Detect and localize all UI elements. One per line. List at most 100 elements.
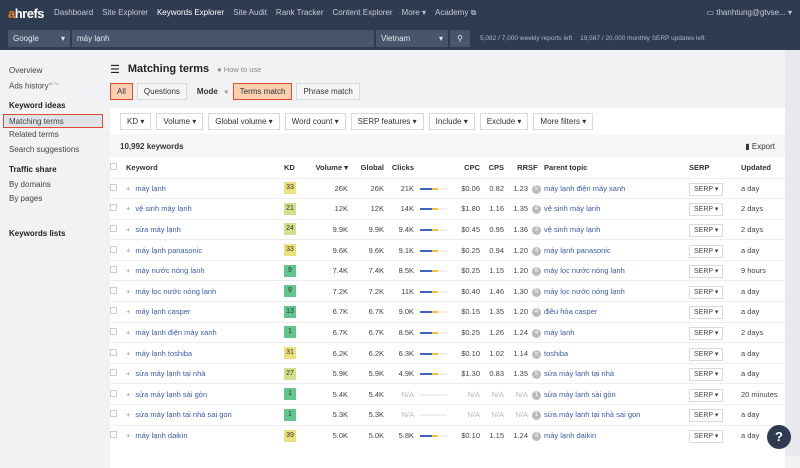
- mode-phrase-match[interactable]: Phrase match: [296, 83, 359, 100]
- search-engine-select[interactable]: Google▾: [8, 30, 70, 47]
- nav-item[interactable]: Content Explorer: [333, 8, 393, 17]
- serp-dropdown[interactable]: SERP ▾: [689, 389, 723, 402]
- sidebar-item-by-pages[interactable]: By pages: [0, 192, 105, 207]
- keyword-link[interactable]: sửa máy lạnh tại nhà sai gon: [135, 410, 231, 419]
- row-checkbox[interactable]: [110, 363, 126, 384]
- serp-dropdown[interactable]: SERP ▾: [689, 409, 723, 422]
- nav-item[interactable]: Rank Tracker: [276, 8, 324, 17]
- keyword-link[interactable]: máy lọc nước nóng lạnh: [135, 287, 216, 296]
- add-icon[interactable]: +: [126, 266, 130, 275]
- sidebar-item-matching-terms[interactable]: Matching terms: [3, 114, 103, 129]
- keyword-link[interactable]: máy lạnh daikin: [135, 431, 187, 440]
- keyword-link[interactable]: sửa máy lạnh sài gòn: [135, 390, 207, 399]
- parent-topic-link[interactable]: máy lọc nước nóng lạnh: [544, 266, 625, 275]
- add-icon[interactable]: +: [126, 184, 130, 193]
- filter-button[interactable]: SERP features ▾: [351, 113, 424, 130]
- parent-topic-link[interactable]: điều hòa casper: [544, 307, 597, 316]
- serp-dropdown[interactable]: SERP ▾: [689, 286, 723, 299]
- serp-features-count[interactable]: 4: [532, 432, 541, 441]
- filter-button[interactable]: More filters ▾: [533, 113, 593, 130]
- parent-topic-link[interactable]: máy lạnh điện máy xanh: [544, 184, 625, 193]
- row-checkbox[interactable]: [110, 322, 126, 343]
- filter-button[interactable]: Include ▾: [429, 113, 475, 130]
- serp-dropdown[interactable]: SERP ▾: [689, 224, 723, 237]
- serp-dropdown[interactable]: SERP ▾: [689, 183, 723, 196]
- parent-topic-link[interactable]: vệ sinh máy lạnh: [544, 204, 600, 213]
- sidebar-item-ads-history[interactable]: Ads historyBETA: [0, 79, 105, 94]
- add-icon[interactable]: +: [126, 410, 130, 419]
- serp-features-count[interactable]: 6: [532, 267, 541, 276]
- sidebar-item-keywords-lists[interactable]: Keywords lists: [0, 227, 105, 242]
- keyword-link[interactable]: máy lạnh điện máy xanh: [135, 328, 216, 337]
- nav-item[interactable]: More ▾: [402, 8, 426, 17]
- nav-item[interactable]: Site Explorer: [102, 8, 148, 17]
- help-button[interactable]: ?: [767, 425, 791, 449]
- serp-features-count[interactable]: 4: [532, 329, 541, 338]
- serp-features-count[interactable]: 5: [532, 350, 541, 359]
- serp-features-count[interactable]: 5: [532, 370, 541, 379]
- scrollbar[interactable]: [785, 50, 800, 456]
- serp-dropdown[interactable]: SERP ▾: [689, 430, 723, 443]
- add-icon[interactable]: +: [126, 328, 130, 337]
- add-icon[interactable]: +: [126, 431, 130, 440]
- nav-item[interactable]: Keywords Explorer: [157, 8, 224, 17]
- row-checkbox[interactable]: [110, 302, 126, 323]
- add-icon[interactable]: +: [126, 204, 130, 213]
- keyword-input[interactable]: máy lạnh: [72, 30, 374, 47]
- add-icon[interactable]: +: [126, 349, 130, 358]
- add-icon[interactable]: +: [126, 246, 130, 255]
- add-icon[interactable]: +: [126, 225, 130, 234]
- parent-topic-link[interactable]: máy lạnh panasonic: [544, 246, 611, 255]
- export-button[interactable]: ▮ Export: [745, 142, 775, 151]
- sidebar-item-overview[interactable]: Overview: [0, 64, 105, 79]
- serp-dropdown[interactable]: SERP ▾: [689, 265, 723, 278]
- filter-button[interactable]: Global volume ▾: [208, 113, 279, 130]
- parent-topic-link[interactable]: sửa máy lạnh sài gòn: [544, 390, 616, 399]
- keyword-link[interactable]: vệ sinh máy lạnh: [135, 204, 191, 213]
- row-checkbox[interactable]: [110, 343, 126, 364]
- serp-features-count[interactable]: 1: [532, 391, 541, 400]
- parent-topic-link[interactable]: sửa máy lạnh tại nhà sai gon: [544, 410, 640, 419]
- keyword-link[interactable]: sửa máy lạnh tại nhà: [135, 369, 205, 378]
- serp-features-count[interactable]: 4: [532, 308, 541, 317]
- sidebar-item-search-suggestions[interactable]: Search suggestions: [0, 143, 105, 158]
- filter-button[interactable]: KD ▾: [120, 113, 151, 130]
- keyword-link[interactable]: máy lạnh casper: [135, 307, 190, 316]
- row-checkbox[interactable]: [110, 425, 126, 446]
- serp-features-count[interactable]: 1: [532, 411, 541, 420]
- serp-dropdown[interactable]: SERP ▾: [689, 327, 723, 340]
- filter-button[interactable]: Exclude ▾: [480, 113, 529, 130]
- filter-button[interactable]: Word count ▾: [285, 113, 346, 130]
- how-to-use-link[interactable]: ● How to use: [217, 65, 261, 74]
- serp-dropdown[interactable]: SERP ▾: [689, 306, 723, 319]
- add-icon[interactable]: +: [126, 287, 130, 296]
- serp-features-count[interactable]: 4: [532, 205, 541, 214]
- serp-features-count[interactable]: 4: [532, 247, 541, 256]
- parent-topic-link[interactable]: toshiba: [544, 349, 568, 358]
- nav-item[interactable]: Dashboard: [54, 8, 93, 17]
- parent-topic-link[interactable]: máy lọc nước nóng lạnh: [544, 287, 625, 296]
- keyword-link[interactable]: máy lạnh toshiba: [135, 349, 192, 358]
- serp-dropdown[interactable]: SERP ▾: [689, 368, 723, 381]
- serp-features-count[interactable]: 3: [532, 226, 541, 235]
- parent-topic-link[interactable]: máy lạnh daikin: [544, 431, 596, 440]
- row-checkbox[interactable]: [110, 240, 126, 261]
- add-icon[interactable]: +: [126, 369, 130, 378]
- sidebar-item-related-terms[interactable]: Related terms: [0, 128, 105, 143]
- row-checkbox[interactable]: [110, 219, 126, 240]
- row-checkbox[interactable]: [110, 260, 126, 281]
- tab-questions[interactable]: Questions: [137, 83, 187, 100]
- row-checkbox[interactable]: [110, 178, 126, 199]
- add-icon[interactable]: +: [126, 390, 130, 399]
- keyword-link[interactable]: sửa máy lạnh: [135, 225, 180, 234]
- serp-features-count[interactable]: 5: [532, 185, 541, 194]
- row-checkbox[interactable]: [110, 199, 126, 220]
- row-checkbox[interactable]: [110, 281, 126, 302]
- search-button[interactable]: ⚲: [450, 30, 470, 47]
- row-checkbox[interactable]: [110, 384, 126, 405]
- country-select[interactable]: Vietnam▾: [376, 30, 448, 47]
- sidebar-item-by-domains[interactable]: By domains: [0, 178, 105, 193]
- filter-button[interactable]: Volume ▾: [156, 113, 203, 130]
- parent-topic-link[interactable]: sửa máy lạnh tại nhà: [544, 369, 614, 378]
- ahrefs-logo[interactable]: ahrefs: [8, 6, 44, 21]
